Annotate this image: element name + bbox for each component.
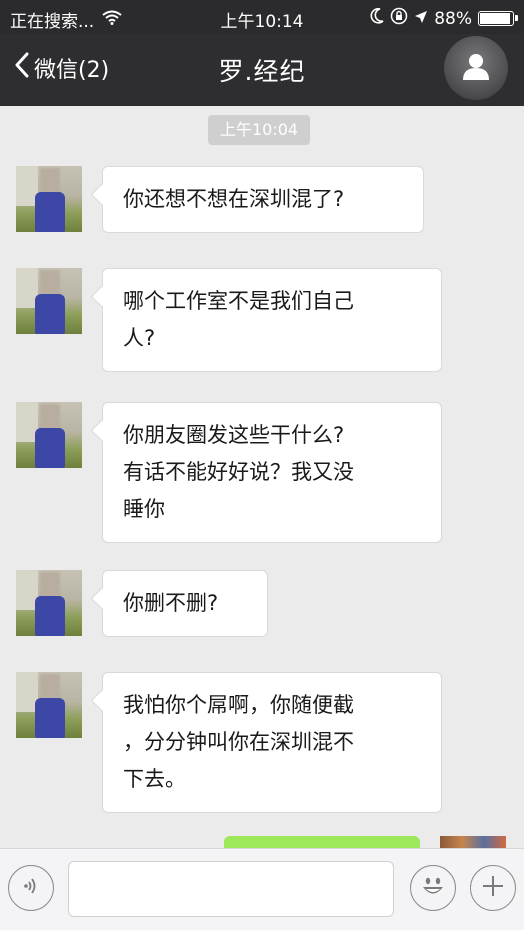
status-bar-right: 88% <box>370 7 518 30</box>
rotation-lock-icon <box>390 7 408 30</box>
moon-icon <box>370 8 384 29</box>
self-message-bubble[interactable] <box>224 836 420 848</box>
message-bubble[interactable]: 哪个工作室不是我们自己 人? <box>102 268 442 372</box>
message-text: 你朋友圈发这些干什么? 有话不能好好说？我又没 睡你 <box>123 423 354 521</box>
message-bubble[interactable]: 你删不删? <box>102 570 268 637</box>
message-text: 你删不删? <box>123 591 219 615</box>
self-avatar[interactable] <box>440 836 506 848</box>
profile-button[interactable] <box>444 36 508 100</box>
contact-avatar[interactable] <box>16 402 82 468</box>
message-bubble[interactable]: 我怕你个屌啊，你随便截 ，分分钟叫你在深圳混不 下去。 <box>102 672 442 813</box>
chat-area[interactable]: 上午10:04 你还想不想在深圳混了? 哪个工作室不是我们自己 人? 你朋友圈发… <box>0 106 524 848</box>
message-text: 我怕你个屌啊，你随便截 ，分分钟叫你在深圳混不 下去。 <box>123 693 354 791</box>
message-text: 哪个工作室不是我们自己 人? <box>123 289 354 350</box>
contact-avatar[interactable] <box>16 166 82 232</box>
battery-percent: 88% <box>434 8 472 29</box>
emoji-button[interactable] <box>410 865 456 911</box>
message-text: 你还想不想在深圳混了? <box>123 187 345 211</box>
person-icon <box>461 51 491 85</box>
contact-avatar[interactable] <box>16 672 82 738</box>
input-bar <box>0 848 524 930</box>
nav-bar: 微信(2) 罗.经纪 <box>0 34 524 106</box>
battery-icon <box>478 11 518 26</box>
battery-fill <box>480 13 510 24</box>
plus-icon <box>480 873 506 903</box>
timestamp: 上午10:04 <box>208 115 310 145</box>
voice-button[interactable] <box>8 865 54 911</box>
message-input[interactable] <box>68 861 394 917</box>
location-icon <box>414 9 428 29</box>
message-bubble[interactable]: 你还想不想在深圳混了? <box>102 166 424 233</box>
voice-icon <box>19 874 43 902</box>
emoji-icon <box>417 870 449 906</box>
status-bar: 正在搜索... 上午10:14 88% <box>0 0 524 34</box>
more-button[interactable] <box>470 865 516 911</box>
contact-avatar[interactable] <box>16 570 82 636</box>
message-bubble[interactable]: 你朋友圈发这些干什么? 有话不能好好说？我又没 睡你 <box>102 402 442 543</box>
contact-avatar[interactable] <box>16 268 82 334</box>
